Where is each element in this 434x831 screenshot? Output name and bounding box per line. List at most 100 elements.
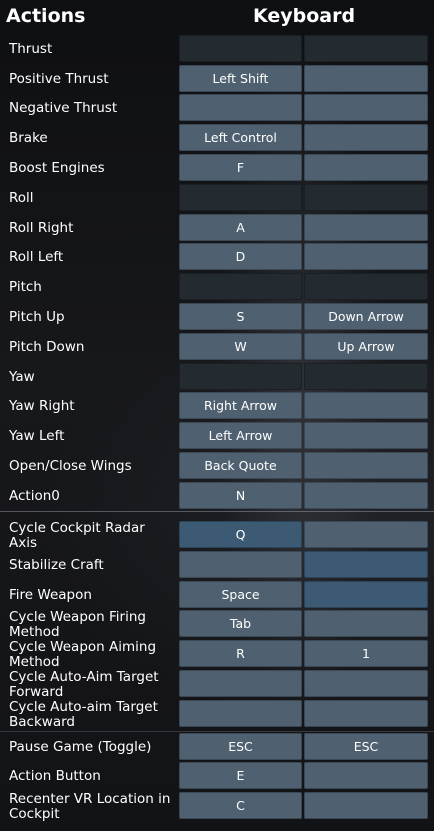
secondary-key-slot[interactable]: ESC <box>304 733 428 760</box>
secondary-key-slot[interactable] <box>304 243 428 270</box>
secondary-key-slot[interactable] <box>304 65 428 92</box>
primary-key-slot[interactable]: Left Control <box>179 124 302 151</box>
secondary-key-slot[interactable]: 1 <box>304 640 428 667</box>
primary-key-slot[interactable]: Left Arrow <box>179 422 302 449</box>
primary-key-slot[interactable]: ESC <box>179 733 302 760</box>
secondary-key-slot[interactable] <box>304 610 428 637</box>
secondary-key-slot[interactable] <box>304 273 428 300</box>
binding-row-roll-left: Roll Left D <box>0 243 434 272</box>
binding-row-yaw-left: Yaw Left Left Arrow <box>0 422 434 451</box>
secondary-key-slot[interactable] <box>304 35 428 62</box>
binding-row-yaw: Yaw <box>0 363 434 392</box>
primary-key-slot[interactable] <box>179 35 302 62</box>
binding-row-cycle-auto-aim-target-backward: Cycle Auto-aim Target Backward <box>0 698 434 730</box>
binding-row-pitch-down: Pitch Down W Up Arrow <box>0 333 434 362</box>
action-label: Roll Left <box>9 249 64 265</box>
secondary-key-slot[interactable] <box>304 700 428 727</box>
primary-key-slot[interactable]: Left Shift <box>179 65 302 92</box>
binding-row-cycle-cockpit-radar-axis: Cycle Cockpit Radar Axis Q <box>0 519 434 551</box>
primary-key-slot[interactable]: Space <box>179 581 302 608</box>
primary-key-slot[interactable]: N <box>179 482 302 509</box>
action-label: Yaw Left <box>9 428 65 444</box>
binding-row-thrust: Thrust <box>0 35 434 64</box>
bindings-header: Actions Keyboard <box>0 0 434 33</box>
action-label: Brake <box>9 130 48 146</box>
binding-row-yaw-right: Yaw Right Right Arrow <box>0 392 434 421</box>
action-label: Stabilize Craft <box>9 557 104 573</box>
secondary-key-slot[interactable] <box>304 551 428 578</box>
binding-row-positive-thrust: Positive Thrust Left Shift <box>0 65 434 94</box>
secondary-key-slot[interactable] <box>304 482 428 509</box>
secondary-key-slot[interactable] <box>304 363 428 390</box>
primary-key-slot[interactable]: D <box>179 243 302 270</box>
binding-row-recenter-vr-location: Recenter VR Location in Cockpit C <box>0 791 434 821</box>
section-divider <box>0 511 434 512</box>
primary-key-slot[interactable]: S <box>179 303 302 330</box>
primary-key-slot[interactable]: Back Quote <box>179 452 302 479</box>
secondary-key-slot[interactable] <box>304 392 428 419</box>
action-label: Negative Thrust <box>9 100 118 116</box>
action-label: Roll <box>9 190 34 206</box>
secondary-key-slot[interactable] <box>304 521 428 548</box>
action-label: Yaw Right <box>9 398 75 414</box>
action-label: Open/Close Wings <box>9 458 132 474</box>
primary-key-slot[interactable]: C <box>179 792 302 819</box>
secondary-key-slot[interactable] <box>304 124 428 151</box>
action-label: Cycle Auto-Aim Target Forward <box>9 668 159 700</box>
binding-row-brake: Brake Left Control <box>0 124 434 153</box>
secondary-key-slot[interactable] <box>304 422 428 449</box>
binding-row-open-close-wings: Open/Close Wings Back Quote <box>0 452 434 481</box>
primary-key-slot[interactable]: Q <box>179 521 302 548</box>
primary-key-slot[interactable]: A <box>179 214 302 241</box>
secondary-key-slot[interactable]: Down Arrow <box>304 303 428 330</box>
primary-key-slot[interactable] <box>179 670 302 697</box>
binding-row-action-button: Action Button E <box>0 762 434 791</box>
secondary-key-slot[interactable] <box>304 762 428 789</box>
action-label: Positive Thrust <box>9 71 109 87</box>
binding-row-pitch-up: Pitch Up S Down Arrow <box>0 303 434 332</box>
binding-row-roll-right: Roll Right A <box>0 214 434 243</box>
binding-row-cycle-weapon-firing-method: Cycle Weapon Firing Method Tab <box>0 608 434 640</box>
action-label: Action0 <box>9 488 60 504</box>
primary-key-slot[interactable] <box>179 273 302 300</box>
primary-key-slot[interactable]: Right Arrow <box>179 392 302 419</box>
primary-key-slot[interactable]: Tab <box>179 610 302 637</box>
action-label: Action Button <box>9 768 101 784</box>
action-label: Pitch Up <box>9 309 65 325</box>
action-label: Cycle Weapon Aiming Method <box>9 638 157 670</box>
secondary-key-slot[interactable] <box>304 452 428 479</box>
binding-row-pause-game: Pause Game (Toggle) ESC ESC <box>0 733 434 762</box>
secondary-key-slot[interactable] <box>304 214 428 241</box>
primary-key-slot[interactable] <box>179 551 302 578</box>
action-label: Cycle Auto-aim Target Backward <box>9 698 158 730</box>
primary-key-slot[interactable]: R <box>179 640 302 667</box>
secondary-key-slot[interactable] <box>304 581 428 608</box>
action-label: Roll Right <box>9 220 74 236</box>
primary-key-slot[interactable] <box>179 363 302 390</box>
secondary-key-slot[interactable] <box>304 670 428 697</box>
action-label: Pitch Down <box>9 339 85 355</box>
primary-key-slot[interactable]: W <box>179 333 302 360</box>
action-label: Fire Weapon <box>9 587 92 603</box>
secondary-key-slot[interactable] <box>304 154 428 181</box>
action-label: Yaw <box>9 369 35 385</box>
secondary-key-slot[interactable] <box>304 94 428 121</box>
binding-row-pitch: Pitch <box>0 273 434 302</box>
action-label: Cycle Weapon Firing Method <box>9 608 146 640</box>
primary-key-slot[interactable]: E <box>179 762 302 789</box>
binding-row-boost-engines: Boost Engines F <box>0 154 434 183</box>
primary-key-slot[interactable] <box>179 184 302 211</box>
action-label: Pause Game (Toggle) <box>9 739 152 755</box>
secondary-key-slot[interactable] <box>304 184 428 211</box>
action-label: Thrust <box>9 41 53 57</box>
action-label: Cycle Cockpit Radar Axis <box>9 519 145 551</box>
binding-row-roll: Roll <box>0 184 434 213</box>
secondary-key-slot[interactable] <box>304 792 428 819</box>
secondary-key-slot[interactable]: Up Arrow <box>304 333 428 360</box>
primary-key-slot[interactable]: F <box>179 154 302 181</box>
primary-key-slot[interactable] <box>179 700 302 727</box>
binding-row-negative-thrust: Negative Thrust <box>0 94 434 123</box>
primary-key-slot[interactable] <box>179 94 302 121</box>
binding-row-fire-weapon: Fire Weapon Space <box>0 581 434 610</box>
actions-column-header: Actions <box>6 5 86 27</box>
